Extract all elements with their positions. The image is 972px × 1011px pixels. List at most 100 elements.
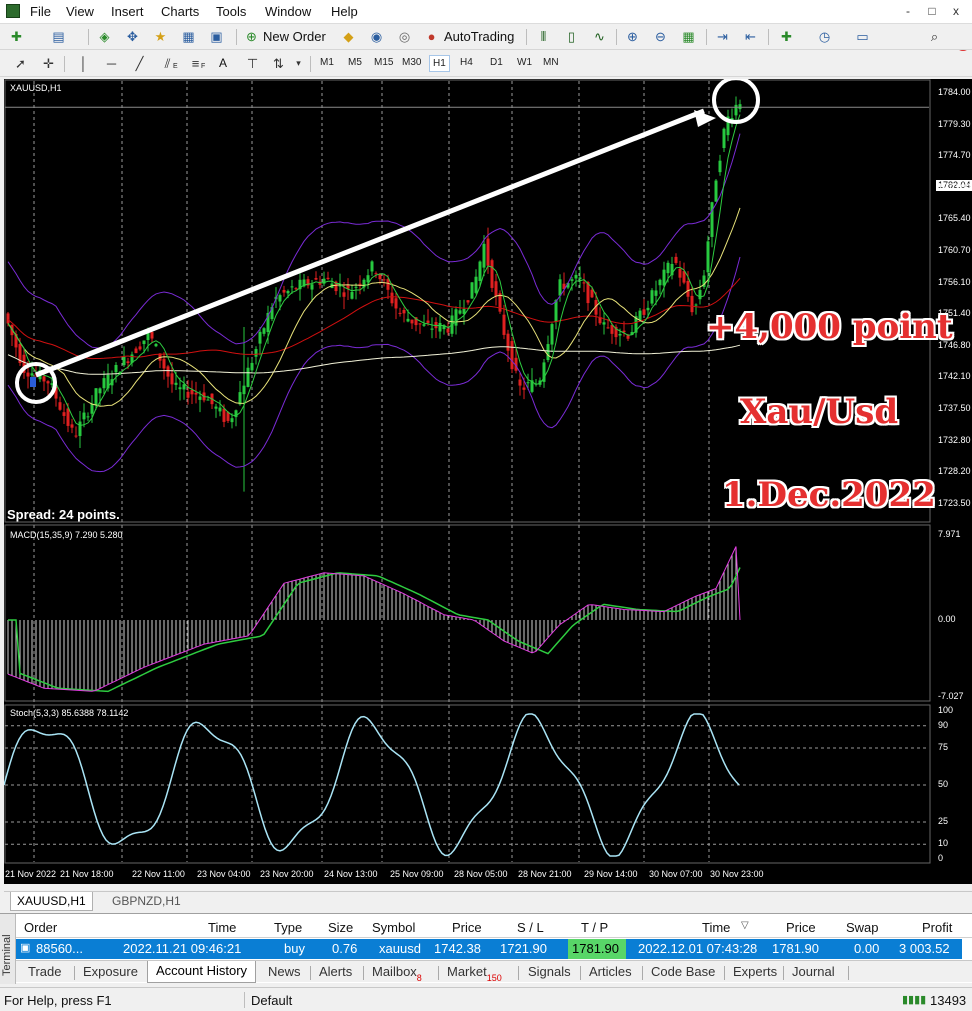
symbol-tab-xauusd[interactable]: XAUUSD,H1 bbox=[10, 892, 93, 911]
periods-icon[interactable]: ◷ bbox=[816, 28, 833, 45]
tab-trade[interactable]: Trade bbox=[28, 964, 61, 979]
data-window-icon[interactable]: ★ bbox=[152, 28, 169, 45]
stoch-label: Stoch(5,3,3) 85.6388 78.1142 bbox=[10, 708, 129, 718]
menu-file[interactable]: File bbox=[30, 4, 51, 19]
col-type[interactable]: Type bbox=[274, 920, 302, 935]
close-button[interactable]: x bbox=[946, 2, 966, 20]
dropdown-icon[interactable]: ▾ bbox=[290, 55, 307, 72]
menu-insert[interactable]: Insert bbox=[111, 4, 144, 19]
menu-view[interactable]: View bbox=[66, 4, 94, 19]
tab-experts[interactable]: Experts bbox=[733, 964, 777, 979]
autoscroll-icon[interactable]: ⇤ bbox=[742, 28, 759, 45]
market-watch-icon[interactable]: ◈ bbox=[96, 28, 113, 45]
new-chart-icon[interactable]: ✚ bbox=[8, 28, 25, 45]
terminal-sidebar[interactable]: Terminal bbox=[0, 914, 16, 984]
symbol-tab-gbpnzd[interactable]: GBPNZD,H1 bbox=[106, 892, 187, 911]
tab-mailbox[interactable]: Mailbox8 bbox=[372, 964, 422, 983]
candle-body bbox=[374, 273, 378, 275]
tab-news[interactable]: News bbox=[268, 964, 301, 979]
price-axis-label: 1779.30 bbox=[938, 118, 971, 129]
col-swap[interactable]: Swap bbox=[846, 920, 879, 935]
navigator-icon[interactable]: ✥ bbox=[124, 28, 141, 45]
new-order-button[interactable]: New Order bbox=[263, 29, 326, 44]
tf-mn[interactable]: MN bbox=[543, 57, 559, 68]
line-chart-icon[interactable]: ∿ bbox=[591, 28, 608, 45]
profiles-icon[interactable]: ▤ bbox=[50, 28, 67, 45]
chart-shift-icon[interactable]: ⇥ bbox=[714, 28, 731, 45]
tab-account-history[interactable]: Account History bbox=[147, 961, 257, 983]
ma-fast-line bbox=[7, 114, 741, 427]
zoom-out-icon[interactable]: ⊖ bbox=[652, 28, 669, 45]
tf-m30[interactable]: M30 bbox=[402, 57, 421, 68]
signals-icon[interactable]: ◎ bbox=[396, 28, 413, 45]
tile-windows-icon[interactable]: ▦ bbox=[680, 28, 697, 45]
horizontal-line-icon[interactable]: ─ bbox=[103, 55, 120, 72]
candle-body bbox=[122, 356, 126, 366]
candle-body bbox=[326, 277, 330, 279]
autotrading-icon[interactable]: ● bbox=[423, 28, 440, 45]
menu-window[interactable]: Window bbox=[265, 4, 311, 19]
candlestick-icon[interactable]: ▯ bbox=[563, 28, 580, 45]
candle-body bbox=[454, 309, 458, 326]
minimize-button[interactable]: - bbox=[898, 2, 918, 20]
col-close-time[interactable]: Time bbox=[702, 920, 730, 935]
col-price[interactable]: Price bbox=[452, 920, 482, 935]
bar-chart-icon[interactable]: ⫴ bbox=[535, 28, 552, 45]
col-order[interactable]: Order bbox=[24, 920, 57, 935]
restore-button[interactable]: □ bbox=[922, 2, 942, 20]
crosshair-icon[interactable]: ✛ bbox=[40, 55, 57, 72]
templates-icon[interactable]: ▭ bbox=[854, 28, 871, 45]
col-sl[interactable]: S / L bbox=[517, 920, 544, 935]
tab-market[interactable]: Market150 bbox=[447, 964, 502, 983]
tf-m1[interactable]: M1 bbox=[320, 57, 334, 68]
tab-exposure[interactable]: Exposure bbox=[83, 964, 138, 979]
vertical-line-icon[interactable]: │ bbox=[75, 55, 92, 72]
tf-d1[interactable]: D1 bbox=[490, 57, 503, 68]
candle-body bbox=[126, 361, 130, 364]
tf-w1[interactable]: W1 bbox=[517, 57, 532, 68]
candle-body bbox=[338, 285, 342, 287]
candle-body bbox=[134, 348, 138, 354]
terminal-icon[interactable]: ▦ bbox=[180, 28, 197, 45]
tab-articles[interactable]: Articles bbox=[589, 964, 632, 979]
metaeditor-icon[interactable]: ◆ bbox=[340, 28, 357, 45]
col-symbol[interactable]: Symbol bbox=[372, 920, 415, 935]
time-axis-label: 21 Nov 2022 bbox=[5, 869, 57, 879]
arrows-tool-icon[interactable]: ⇅ bbox=[270, 55, 287, 72]
tf-h1[interactable]: H1 bbox=[429, 55, 450, 72]
tab-alerts[interactable]: Alerts bbox=[319, 964, 352, 979]
col-tp[interactable]: T / P bbox=[581, 920, 608, 935]
app-icon[interactable] bbox=[6, 4, 20, 18]
community-icon[interactable]: ◉ bbox=[368, 28, 385, 45]
table-row[interactable]: ▣ 88560... 2022.11.21 09:46:21 buy 0.76 … bbox=[16, 939, 962, 959]
candle-body bbox=[262, 328, 266, 334]
candle-body bbox=[490, 260, 494, 288]
tf-m15[interactable]: M15 bbox=[374, 57, 393, 68]
trendline-icon[interactable]: ╱ bbox=[131, 55, 148, 72]
menu-charts[interactable]: Charts bbox=[161, 4, 199, 19]
candle-body bbox=[238, 392, 242, 405]
autotrading-button[interactable]: AutoTrading bbox=[444, 29, 514, 44]
text-tool-button[interactable]: A bbox=[219, 56, 227, 70]
col-time[interactable]: Time bbox=[208, 920, 236, 935]
menu-tools[interactable]: Tools bbox=[216, 4, 246, 19]
tf-h4[interactable]: H4 bbox=[460, 57, 473, 68]
indicators-icon[interactable]: ✚ bbox=[778, 28, 795, 45]
candle-body bbox=[690, 295, 694, 313]
menu-help[interactable]: Help bbox=[331, 4, 358, 19]
tab-journal[interactable]: Journal bbox=[792, 964, 835, 979]
tab-code-base[interactable]: Code Base bbox=[651, 964, 715, 979]
candle-body bbox=[714, 180, 718, 202]
new-order-icon[interactable]: ⊕ bbox=[243, 28, 260, 45]
tf-m5[interactable]: M5 bbox=[348, 57, 362, 68]
col-size[interactable]: Size bbox=[328, 920, 353, 935]
zoom-in-icon[interactable]: ⊕ bbox=[624, 28, 641, 45]
tester-icon[interactable]: ▣ bbox=[208, 28, 225, 45]
col-profit[interactable]: Profit bbox=[922, 920, 952, 935]
cursor-icon[interactable]: ➚ bbox=[12, 55, 29, 72]
search-icon[interactable]: ⌕ bbox=[926, 28, 943, 45]
candle-body bbox=[550, 324, 554, 345]
label-tool-icon[interactable]: ⊤ bbox=[244, 55, 261, 72]
col-close-price[interactable]: Price bbox=[786, 920, 816, 935]
tab-signals[interactable]: Signals bbox=[528, 964, 571, 979]
